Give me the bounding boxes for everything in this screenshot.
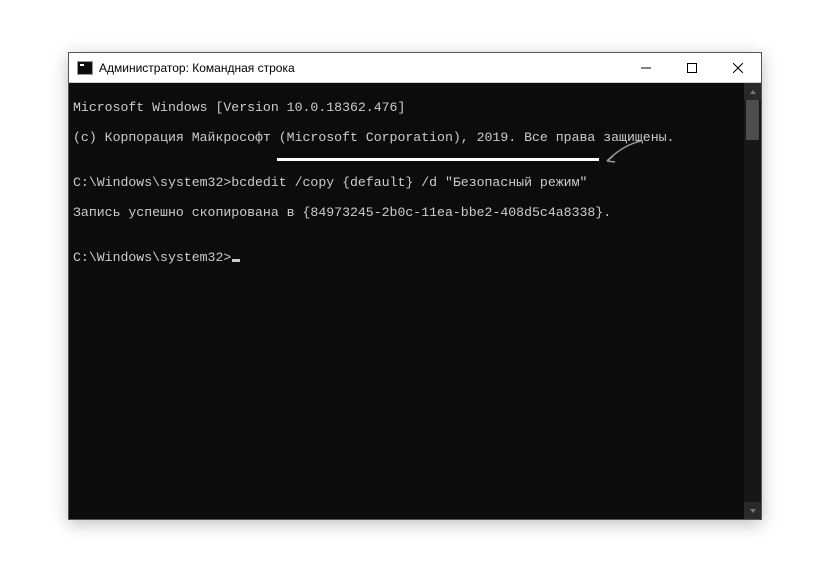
cmd-window: Администратор: Командная строка Microsof…: [68, 52, 762, 520]
output-line: Microsoft Windows [Version 10.0.18362.47…: [73, 100, 740, 115]
cmd-icon: [77, 61, 93, 75]
scroll-track[interactable]: [744, 100, 761, 502]
close-button[interactable]: [715, 53, 761, 82]
terminal-output[interactable]: Microsoft Windows [Version 10.0.18362.47…: [69, 83, 744, 519]
output-line: Запись успешно скопирована в {84973245-2…: [73, 205, 740, 220]
command-line: C:\Windows\system32>bcdedit /copy {defau…: [73, 175, 740, 190]
scroll-down-button[interactable]: [744, 502, 761, 519]
cursor: [232, 259, 240, 262]
minimize-button[interactable]: [623, 53, 669, 82]
output-line: (c) Корпорация Майкрософт (Microsoft Cor…: [73, 130, 740, 145]
titlebar[interactable]: Администратор: Командная строка: [69, 53, 761, 83]
guid-underline-annotation: [277, 158, 599, 161]
prompt-text: C:\Windows\system32>: [73, 250, 231, 265]
prompt-line: C:\Windows\system32>: [73, 250, 740, 265]
maximize-button[interactable]: [669, 53, 715, 82]
terminal-area: Microsoft Windows [Version 10.0.18362.47…: [69, 83, 761, 519]
vertical-scrollbar[interactable]: [744, 83, 761, 519]
window-controls: [623, 53, 761, 82]
window-title: Администратор: Командная строка: [99, 61, 623, 75]
scroll-up-button[interactable]: [744, 83, 761, 100]
scroll-thumb[interactable]: [746, 100, 759, 140]
